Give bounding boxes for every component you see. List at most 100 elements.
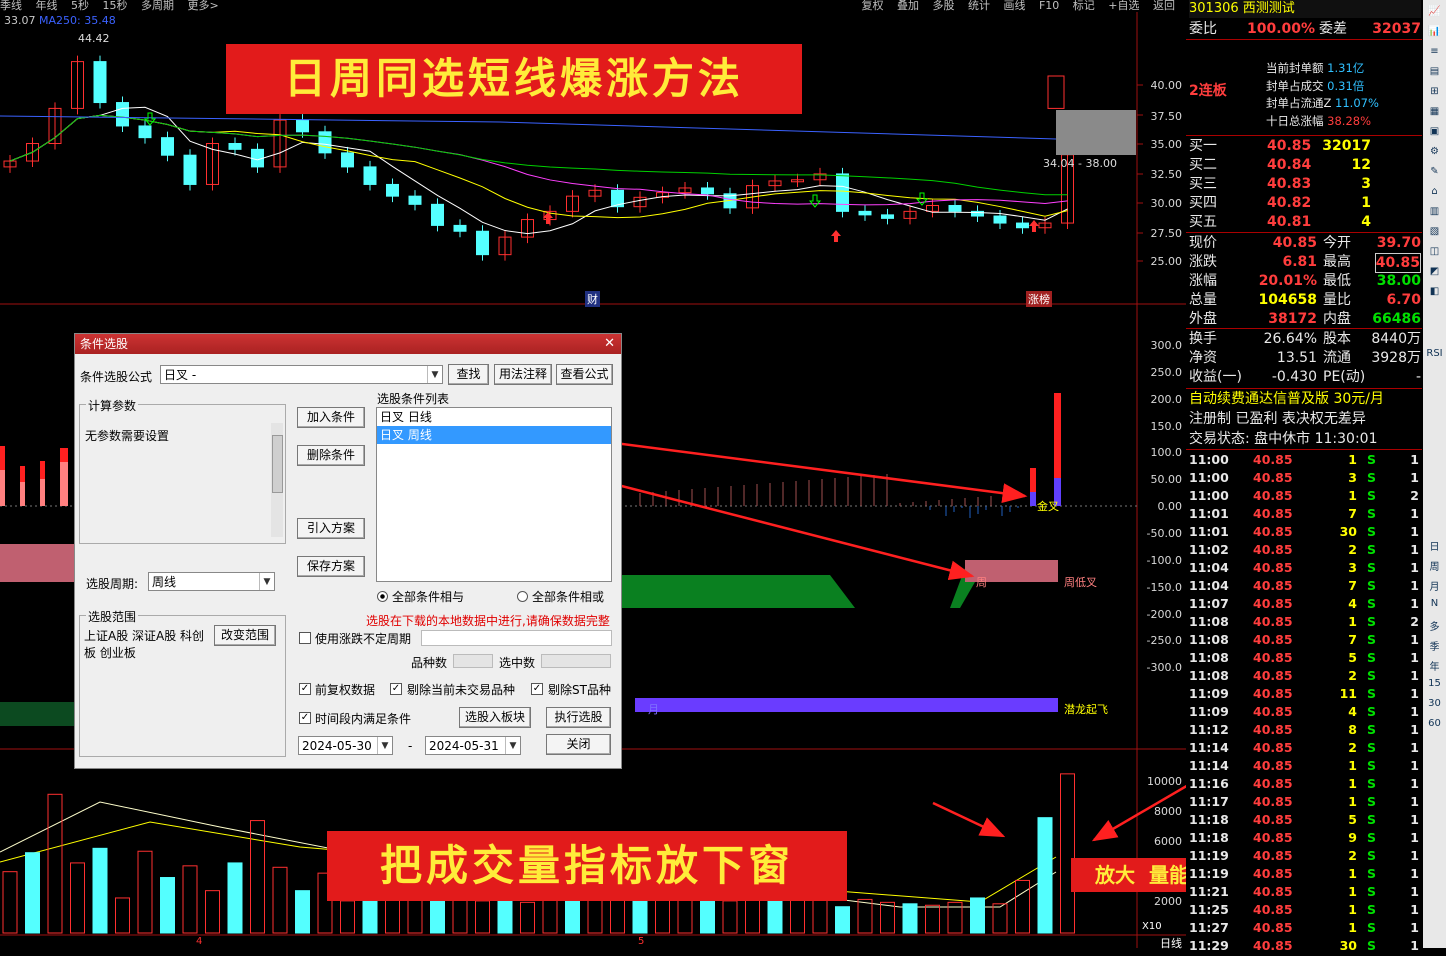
candle-body <box>431 203 444 226</box>
toolbar-period-3[interactable]: 月 <box>1425 578 1444 594</box>
delete-condition-button[interactable]: 删除条件 <box>297 445 365 466</box>
toolbar-icon[interactable]: ⊞ <box>1425 86 1444 102</box>
stat-value: 38.00 <box>1376 273 1421 289</box>
toolbar-icon[interactable]: ⌂ <box>1425 186 1444 202</box>
date-separator: - <box>408 739 413 753</box>
toolbar-period-1[interactable]: 日 <box>1425 538 1444 554</box>
close-button[interactable]: 关闭 <box>546 734 611 755</box>
finance-mark[interactable]: 财 <box>585 291 600 307</box>
chevron-down-icon[interactable]: ▼ <box>377 737 392 754</box>
toolbar-period-2[interactable]: 周 <box>1425 558 1444 574</box>
stock-title[interactable]: 301306 西测测试 <box>1189 0 1421 18</box>
toolbar-period-9[interactable]: 30 <box>1425 698 1444 714</box>
fq-checkbox[interactable]: ✓ <box>299 683 311 695</box>
st-checkbox[interactable]: ✓ <box>531 683 543 695</box>
select-to-block-button[interactable]: 选股入板块 <box>459 707 531 728</box>
condition-list[interactable]: 日叉 日线 日叉 周线 <box>376 407 612 582</box>
tick-volume: 1 <box>1348 884 1357 899</box>
toolbar-icon[interactable]: ▦ <box>1425 106 1444 122</box>
period-5s[interactable]: 5秒 <box>71 0 89 11</box>
chevron-down-icon[interactable]: ▼ <box>427 366 442 383</box>
toolbar-icon[interactable]: ◩ <box>1425 266 1444 282</box>
volume-bar <box>902 903 918 934</box>
period-year[interactable]: 年线 <box>36 0 58 11</box>
toolbar-icon[interactable]: ≡ <box>1425 46 1444 62</box>
date-to-input[interactable]: 2024-05-31 ▼ <box>425 736 521 755</box>
period-season[interactable]: 季线 <box>0 0 22 11</box>
suspend-checkbox[interactable]: ✓ <box>390 683 402 695</box>
chevron-down-icon[interactable]: ▼ <box>259 573 274 590</box>
var-period-input[interactable] <box>421 630 612 646</box>
tick-side: S <box>1367 470 1377 485</box>
toolbar-icon[interactable]: ⚙ <box>1425 146 1444 162</box>
toolbar-period-6[interactable]: 季 <box>1425 638 1444 654</box>
toolbar-icon[interactable]: 📈 <box>1425 6 1444 22</box>
toolbar-icon[interactable]: ▧ <box>1425 226 1444 242</box>
toolbar-period-0[interactable]: RSI <box>1425 348 1444 364</box>
add-condition-button[interactable]: 加入条件 <box>297 407 365 428</box>
params-scrollbar[interactable] <box>271 423 283 537</box>
tick-row: 11:14 40.85 2 S 1 <box>1189 740 1419 758</box>
zhangbang-mark[interactable]: 涨榜 <box>1026 291 1052 307</box>
tick-row: 11:14 40.85 1 S 1 <box>1189 758 1419 776</box>
stat-row: 涨幅 20.01% 最低 38.00 <box>1189 272 1421 290</box>
toolbar-period-4[interactable]: N <box>1425 598 1444 614</box>
find-button[interactable]: 查找 <box>448 364 489 385</box>
btn-f10[interactable]: F10 <box>1039 0 1059 11</box>
chevron-down-icon[interactable]: ▼ <box>505 737 520 754</box>
radio-or[interactable]: 全部条件相或 <box>517 588 604 605</box>
formula-select[interactable]: 日叉 - ▼ <box>160 365 443 384</box>
import-plan-button[interactable]: 引入方案 <box>297 518 365 539</box>
toolbar-icon[interactable]: ▤ <box>1425 66 1444 82</box>
toolbar-icon[interactable]: ▣ <box>1425 126 1444 142</box>
tick-volume: 1 <box>1348 488 1357 503</box>
period-multi[interactable]: 多周期 <box>141 0 174 11</box>
toolbar-icon[interactable]: ◧ <box>1425 286 1444 302</box>
tick-volume: 1 <box>1348 452 1357 467</box>
stat-value: 20.01% <box>1258 273 1317 289</box>
period-more[interactable]: 更多> <box>188 0 219 11</box>
btn-multistock[interactable]: 多股 <box>932 0 954 11</box>
period-indicator[interactable]: 日线 <box>1160 935 1182 951</box>
fund-label: 流通 <box>1323 350 1351 366</box>
dialog-titlebar[interactable]: 条件选股 ✕ <box>75 334 621 354</box>
execute-button[interactable]: 执行选股 <box>546 707 611 728</box>
period-15s[interactable]: 15秒 <box>103 0 128 11</box>
toolbar-period-5[interactable]: 多 <box>1425 618 1444 634</box>
toolbar-icon[interactable]: ✎ <box>1425 166 1444 182</box>
selected-value <box>541 654 611 668</box>
date-from-input[interactable]: 2024-05-30 ▼ <box>298 736 393 755</box>
var-period-label: 使用涨跌不定周期 <box>315 632 412 646</box>
candle-body <box>93 61 107 104</box>
toolbar-period-8[interactable]: 15 <box>1425 678 1444 694</box>
toolbar-period-10[interactable]: 60 <box>1425 718 1444 734</box>
stat-label: 内盘 <box>1323 311 1351 327</box>
btn-draw[interactable]: 画线 <box>1003 0 1025 11</box>
btn-stats[interactable]: 统计 <box>968 0 990 11</box>
usage-button[interactable]: 用法注释 <box>494 364 552 385</box>
btn-mark[interactable]: 标记 <box>1073 0 1095 11</box>
radio-and[interactable]: 全部条件相与 <box>377 588 464 605</box>
btn-fuquan[interactable]: 复权 <box>861 0 883 11</box>
toolbar-icon[interactable]: 📊 <box>1425 26 1444 42</box>
bid-label: 买三 <box>1189 176 1217 192</box>
btn-add-fav[interactable]: +自选 <box>1108 0 1139 11</box>
save-plan-button[interactable]: 保存方案 <box>297 556 365 577</box>
period-select[interactable]: 周线 ▼ <box>148 572 275 591</box>
toolbar-icon[interactable]: ▥ <box>1425 206 1444 222</box>
list-item-selected[interactable]: 日叉 周线 <box>377 426 611 444</box>
view-formula-button[interactable]: 查看公式 <box>556 364 613 385</box>
toolbar-icon[interactable]: ◫ <box>1425 246 1444 262</box>
list-item[interactable]: 日叉 日线 <box>377 408 611 426</box>
btn-overlay[interactable]: 叠加 <box>897 0 919 11</box>
var-period-checkbox[interactable] <box>299 632 311 644</box>
formula-value: 日叉 - <box>164 368 197 382</box>
tick-volume: 2 <box>1348 542 1357 557</box>
stat-label: 涨跌 <box>1189 254 1217 270</box>
toolbar-period-7[interactable]: 年 <box>1425 658 1444 674</box>
period-cond-checkbox[interactable]: ✓ <box>299 712 311 724</box>
promo-row[interactable]: 自动续费通达信普及版 30元/月 <box>1189 390 1421 408</box>
close-icon[interactable]: ✕ <box>604 334 615 354</box>
change-range-button[interactable]: 改变范围 <box>214 625 276 646</box>
tick-price: 40.85 <box>1253 452 1293 467</box>
